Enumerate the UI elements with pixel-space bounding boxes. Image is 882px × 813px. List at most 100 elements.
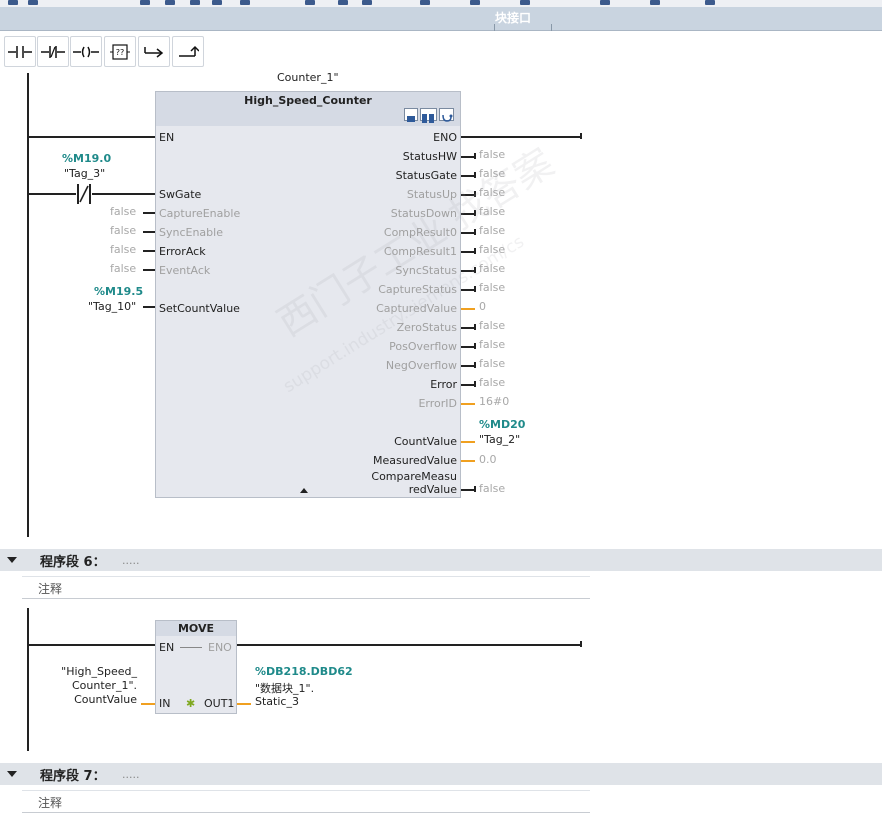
output-value-capturestatus[interactable]: false xyxy=(479,281,505,294)
power-rail xyxy=(27,608,29,751)
measuredvalue-wire xyxy=(461,460,475,462)
move-title: MOVE xyxy=(177,622,215,635)
pin-comparemeasured-l2: redValue xyxy=(408,483,457,496)
collapse-triangle-icon[interactable] xyxy=(7,557,17,563)
eventack-wire xyxy=(143,269,155,271)
syncenable-wire xyxy=(143,231,155,233)
toolbar-icon[interactable] xyxy=(705,0,715,5)
output-value-error[interactable]: false xyxy=(479,376,505,389)
segment-7-comment[interactable]: 注释 xyxy=(22,791,590,813)
output-value-posoverflow[interactable]: false xyxy=(479,338,505,351)
contact-tag[interactable]: "Tag_3" xyxy=(64,167,105,180)
add-output-star-icon[interactable]: ✱ xyxy=(186,697,195,710)
toolbar-icon[interactable] xyxy=(212,0,222,5)
wire-end-tick xyxy=(474,248,476,254)
output-wire xyxy=(461,403,475,405)
comparemeasured-value[interactable]: false xyxy=(479,482,505,495)
output-value-errorid[interactable]: 16#0 xyxy=(479,395,509,408)
contact-address[interactable]: %M19.0 xyxy=(62,152,111,165)
output-wire xyxy=(461,308,475,310)
output-wire xyxy=(461,251,475,253)
pin-swgate: SwGate xyxy=(159,188,202,201)
toolbar-icon[interactable] xyxy=(520,0,530,5)
toolbar-icon[interactable] xyxy=(470,0,480,5)
wire-end-tick xyxy=(474,343,476,349)
move-in-operand-2[interactable]: Counter_1". xyxy=(40,679,137,692)
instance-db-name[interactable]: Counter_1" xyxy=(277,71,339,84)
pin-statusgate: StatusGate xyxy=(395,169,457,182)
toolbar-icon[interactable] xyxy=(28,0,38,5)
segment-7-title: 程序段 7： xyxy=(40,769,106,784)
block-icon[interactable] xyxy=(404,108,418,122)
toolbar-icon[interactable] xyxy=(240,0,250,5)
segment-7-header[interactable]: 程序段 7： ..... xyxy=(0,763,882,785)
move-out-operand-2[interactable]: Static_3 xyxy=(255,695,299,708)
measuredvalue-value[interactable]: 0.0 xyxy=(479,453,497,466)
main-toolbar xyxy=(0,0,882,7)
wire-end-tick xyxy=(474,362,476,368)
syncenable-value[interactable]: false xyxy=(110,224,136,237)
pin-captureenable: CaptureEnable xyxy=(159,207,241,220)
countvalue-address[interactable]: %MD20 xyxy=(479,418,525,431)
open-branch-icon xyxy=(144,46,164,58)
nc-contact-tag3[interactable] xyxy=(76,184,92,204)
setcount-tag[interactable]: "Tag_10" xyxy=(88,300,136,313)
segment-6-header[interactable]: 程序段 6： ..... xyxy=(0,549,882,571)
countvalue-tag[interactable]: "Tag_2" xyxy=(479,433,520,446)
move-out-address[interactable]: %DB218.DBD62 xyxy=(255,665,353,678)
toolbar-icon[interactable] xyxy=(165,0,175,5)
move-eno-wire xyxy=(237,644,582,646)
pin-errorid: ErrorID xyxy=(418,397,457,410)
move-internal-line xyxy=(180,647,202,648)
pin-syncenable: SyncEnable xyxy=(159,226,223,239)
toolbar-icon[interactable] xyxy=(600,0,610,5)
move-pin-en: EN xyxy=(159,641,175,654)
empty-box-icon: ?? xyxy=(110,43,130,60)
close-branch-button[interactable] xyxy=(172,36,204,67)
empty-box-button[interactable]: ?? xyxy=(104,36,136,67)
setcountvalue-wire xyxy=(143,306,155,308)
setcount-address[interactable]: %M19.5 xyxy=(94,285,143,298)
parameter-icon[interactable] xyxy=(420,108,437,123)
nc-contact-button[interactable] xyxy=(37,36,69,67)
output-wire xyxy=(461,289,475,291)
erroack-value[interactable]: false xyxy=(110,243,136,256)
move-out-operand-1[interactable]: "数据块_1". xyxy=(255,680,314,696)
swgate-wire-left xyxy=(28,193,76,195)
toolbar-icon[interactable] xyxy=(8,0,18,5)
pin-en: EN xyxy=(159,131,175,144)
normally-closed-contact-icon xyxy=(77,184,91,204)
block-title: High_Speed_Counter xyxy=(244,94,372,107)
coil-button[interactable] xyxy=(70,36,102,67)
diagnostics-icon[interactable] xyxy=(439,108,454,122)
output-value-zerostatus[interactable]: false xyxy=(479,319,505,332)
toolbar-icon[interactable] xyxy=(305,0,315,5)
block-interface-splitter[interactable] xyxy=(494,24,552,31)
output-wire xyxy=(461,327,475,329)
move-in-operand-3[interactable]: CountValue xyxy=(40,693,137,706)
output-value-capturedvalue[interactable]: 0 xyxy=(479,300,486,313)
toolbar-icon[interactable] xyxy=(420,0,430,5)
en-wire xyxy=(28,136,155,138)
toolbar-icon[interactable] xyxy=(338,0,348,5)
no-contact-button[interactable] xyxy=(4,36,36,67)
move-in-operand-1[interactable]: "High_Speed_ xyxy=(40,665,137,678)
move-out-wire xyxy=(237,703,251,705)
open-branch-button[interactable] xyxy=(138,36,170,67)
toolbar-icon[interactable] xyxy=(362,0,372,5)
plc-editor: 块接口 ?? Counter_1" High_Speed_Counter %M1… xyxy=(0,0,882,813)
output-value-negoverflow[interactable]: false xyxy=(479,357,505,370)
pin-error: Error xyxy=(430,378,457,391)
close-branch-icon xyxy=(179,45,199,57)
segment-6-comment[interactable]: 注释 xyxy=(22,577,590,599)
wire-end-tick xyxy=(580,641,582,647)
wire-end-tick xyxy=(474,153,476,159)
toolbar-icon[interactable] xyxy=(140,0,150,5)
toolbar-icon[interactable] xyxy=(190,0,200,5)
eventack-value[interactable]: false xyxy=(110,262,136,275)
captureenable-value[interactable]: false xyxy=(110,205,136,218)
block-interface-bar[interactable]: 块接口 xyxy=(0,7,882,31)
collapse-triangle-icon[interactable] xyxy=(7,771,17,777)
output-wire xyxy=(461,365,475,367)
toolbar-icon[interactable] xyxy=(650,0,660,5)
